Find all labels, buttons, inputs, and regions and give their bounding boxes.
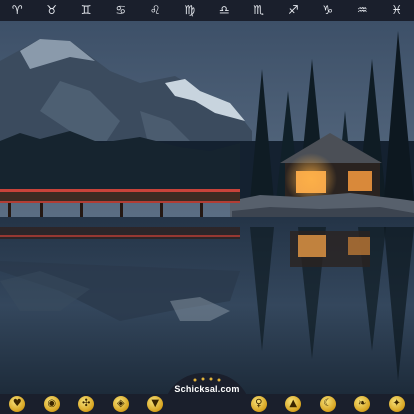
sagittarius-icon[interactable]: ♐ (278, 0, 308, 21)
butterfly-icon[interactable]: ✣ (78, 396, 95, 412)
libra-icon[interactable]: ♎ (209, 0, 239, 21)
scorpio-icon[interactable]: ♏ (244, 0, 274, 21)
aquarius-icon[interactable]: ♒ (347, 0, 377, 21)
aries-icon[interactable]: ♈ (2, 0, 32, 21)
zodiac-navbar: ♈ ♉ ♊ ♋ ♌ ♍ ♎ ♏ ♐ ♑ ♒ ♓ (0, 0, 414, 21)
logo-text: Schicksal.com (174, 384, 240, 394)
cat-face-icon[interactable]: ▼ (147, 396, 164, 412)
landscape-illustration (0, 21, 414, 394)
owl-icon[interactable]: ◉ (43, 396, 60, 412)
virgo-icon[interactable]: ♍ (175, 0, 205, 21)
heart-icon[interactable]: ♥ (9, 396, 26, 412)
cancer-icon[interactable]: ♋ (106, 0, 136, 21)
logo-dots-icon (193, 377, 221, 382)
capricorn-icon[interactable]: ♑ (313, 0, 343, 21)
feather-icon[interactable]: ❧ (354, 396, 371, 412)
pisces-icon[interactable]: ♓ (382, 0, 412, 21)
woman-icon[interactable]: ♀ (250, 396, 267, 412)
cat-icon[interactable]: ◈ (112, 396, 129, 412)
moon-icon[interactable]: ☾ (319, 396, 336, 412)
taurus-icon[interactable]: ♉ (37, 0, 67, 21)
stars-icon[interactable]: ✦ (388, 396, 405, 412)
gemini-icon[interactable]: ♊ (71, 0, 101, 21)
lake-lodge-photo (0, 21, 414, 394)
pyramid-icon[interactable]: ▲ (285, 396, 302, 412)
leo-icon[interactable]: ♌ (140, 0, 170, 21)
